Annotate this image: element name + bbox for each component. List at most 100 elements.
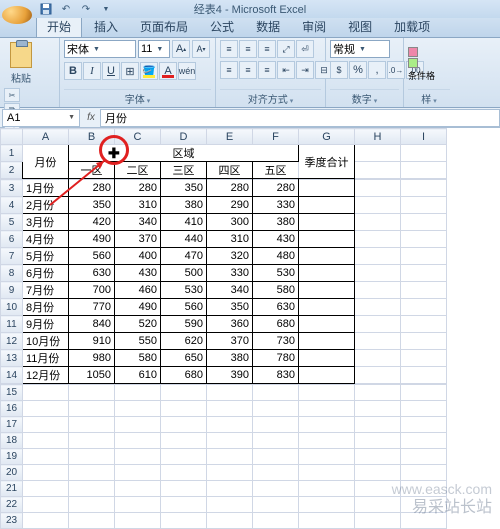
name-box[interactable]: A1▼: [2, 109, 80, 127]
cell[interactable]: [69, 401, 115, 417]
font-color-button[interactable]: A: [159, 62, 177, 80]
cell[interactable]: [115, 385, 161, 401]
cell[interactable]: 390: [207, 367, 253, 384]
cell[interactable]: [253, 433, 299, 449]
cell[interactable]: [355, 513, 401, 529]
cell[interactable]: [355, 197, 401, 214]
cell[interactable]: [23, 401, 69, 417]
cell[interactable]: 280: [69, 180, 115, 197]
bold-button[interactable]: B: [64, 62, 82, 80]
italic-button[interactable]: I: [83, 62, 101, 80]
font-size-select[interactable]: 11▼: [138, 40, 170, 58]
row-header[interactable]: 2: [1, 162, 23, 179]
cell[interactable]: [69, 497, 115, 513]
cell[interactable]: 11月份: [23, 350, 69, 367]
cell[interactable]: [115, 465, 161, 481]
percent-button[interactable]: %: [349, 61, 367, 79]
cell[interactable]: [115, 513, 161, 529]
phonetic-button[interactable]: wén: [178, 62, 196, 80]
col-header[interactable]: G: [299, 129, 355, 145]
cell[interactable]: 280: [115, 180, 161, 197]
orientation-button[interactable]: ⤢: [277, 40, 295, 58]
cell[interactable]: [115, 433, 161, 449]
cell[interactable]: 910: [69, 333, 115, 350]
wrap-text-button[interactable]: ⏎: [296, 40, 314, 58]
underline-button[interactable]: U: [102, 62, 120, 80]
cell[interactable]: [401, 214, 447, 231]
border-button[interactable]: ⊞: [121, 62, 139, 80]
cell[interactable]: [253, 497, 299, 513]
cell[interactable]: 4月份: [23, 231, 69, 248]
cell[interactable]: [401, 299, 447, 316]
row-header[interactable]: 20: [1, 465, 23, 481]
paste-button[interactable]: 粘贴: [4, 40, 38, 86]
undo-icon[interactable]: ↶: [58, 1, 74, 17]
cell[interactable]: 490: [115, 299, 161, 316]
cell[interactable]: [355, 180, 401, 197]
cell[interactable]: 四区: [207, 162, 253, 179]
cell[interactable]: [299, 282, 355, 299]
cell[interactable]: [401, 282, 447, 299]
col-header[interactable]: F: [253, 129, 299, 145]
cell[interactable]: 560: [161, 299, 207, 316]
cell[interactable]: [23, 449, 69, 465]
cell[interactable]: [69, 465, 115, 481]
align-center-button[interactable]: ≡: [239, 61, 257, 79]
cell[interactable]: 月份: [23, 145, 69, 179]
comma-button[interactable]: ,: [368, 61, 386, 79]
cell[interactable]: [299, 401, 355, 417]
increase-decimal-button[interactable]: .0→: [387, 61, 405, 79]
row-header[interactable]: 18: [1, 433, 23, 449]
cell[interactable]: [401, 197, 447, 214]
cell[interactable]: [69, 417, 115, 433]
cell[interactable]: 350: [161, 180, 207, 197]
align-middle-button[interactable]: ≡: [239, 40, 257, 58]
cell[interactable]: [253, 401, 299, 417]
cell[interactable]: 770: [69, 299, 115, 316]
cell[interactable]: [161, 497, 207, 513]
cell[interactable]: [253, 481, 299, 497]
cell[interactable]: 400: [115, 248, 161, 265]
cell[interactable]: [207, 417, 253, 433]
cell[interactable]: [355, 316, 401, 333]
cell[interactable]: [355, 417, 401, 433]
cell[interactable]: 610: [115, 367, 161, 384]
cell[interactable]: [401, 316, 447, 333]
number-format-select[interactable]: 常规▼: [330, 40, 390, 58]
cell[interactable]: [299, 248, 355, 265]
tab-home[interactable]: 开始: [36, 15, 82, 37]
cell[interactable]: 480: [253, 248, 299, 265]
cell[interactable]: [23, 465, 69, 481]
increase-indent-button[interactable]: ⇥: [296, 61, 314, 79]
cell[interactable]: [161, 465, 207, 481]
cell[interactable]: [401, 162, 447, 179]
cell[interactable]: [23, 417, 69, 433]
cell[interactable]: 280: [207, 180, 253, 197]
save-icon[interactable]: [38, 1, 54, 17]
cell[interactable]: [401, 465, 447, 481]
cell[interactable]: [115, 449, 161, 465]
cell[interactable]: [299, 265, 355, 282]
cell[interactable]: [161, 433, 207, 449]
cell[interactable]: [401, 145, 447, 162]
cell[interactable]: 290: [207, 197, 253, 214]
tab-data[interactable]: 数据: [246, 16, 290, 37]
row-header[interactable]: 3: [1, 180, 23, 197]
cell[interactable]: [161, 401, 207, 417]
cell[interactable]: 700: [69, 282, 115, 299]
cell[interactable]: [207, 465, 253, 481]
cell[interactable]: 320: [207, 248, 253, 265]
cell[interactable]: [23, 385, 69, 401]
cell[interactable]: 330: [253, 197, 299, 214]
cell[interactable]: 8月份: [23, 299, 69, 316]
cell[interactable]: [299, 417, 355, 433]
qat-dropdown-icon[interactable]: ▼: [98, 1, 114, 17]
cell[interactable]: 420: [69, 214, 115, 231]
row-header[interactable]: 7: [1, 248, 23, 265]
cell[interactable]: [69, 481, 115, 497]
cell[interactable]: 370: [115, 231, 161, 248]
col-header[interactable]: D: [161, 129, 207, 145]
row-header[interactable]: 23: [1, 513, 23, 529]
cell[interactable]: [401, 401, 447, 417]
align-left-button[interactable]: ≡: [220, 61, 238, 79]
